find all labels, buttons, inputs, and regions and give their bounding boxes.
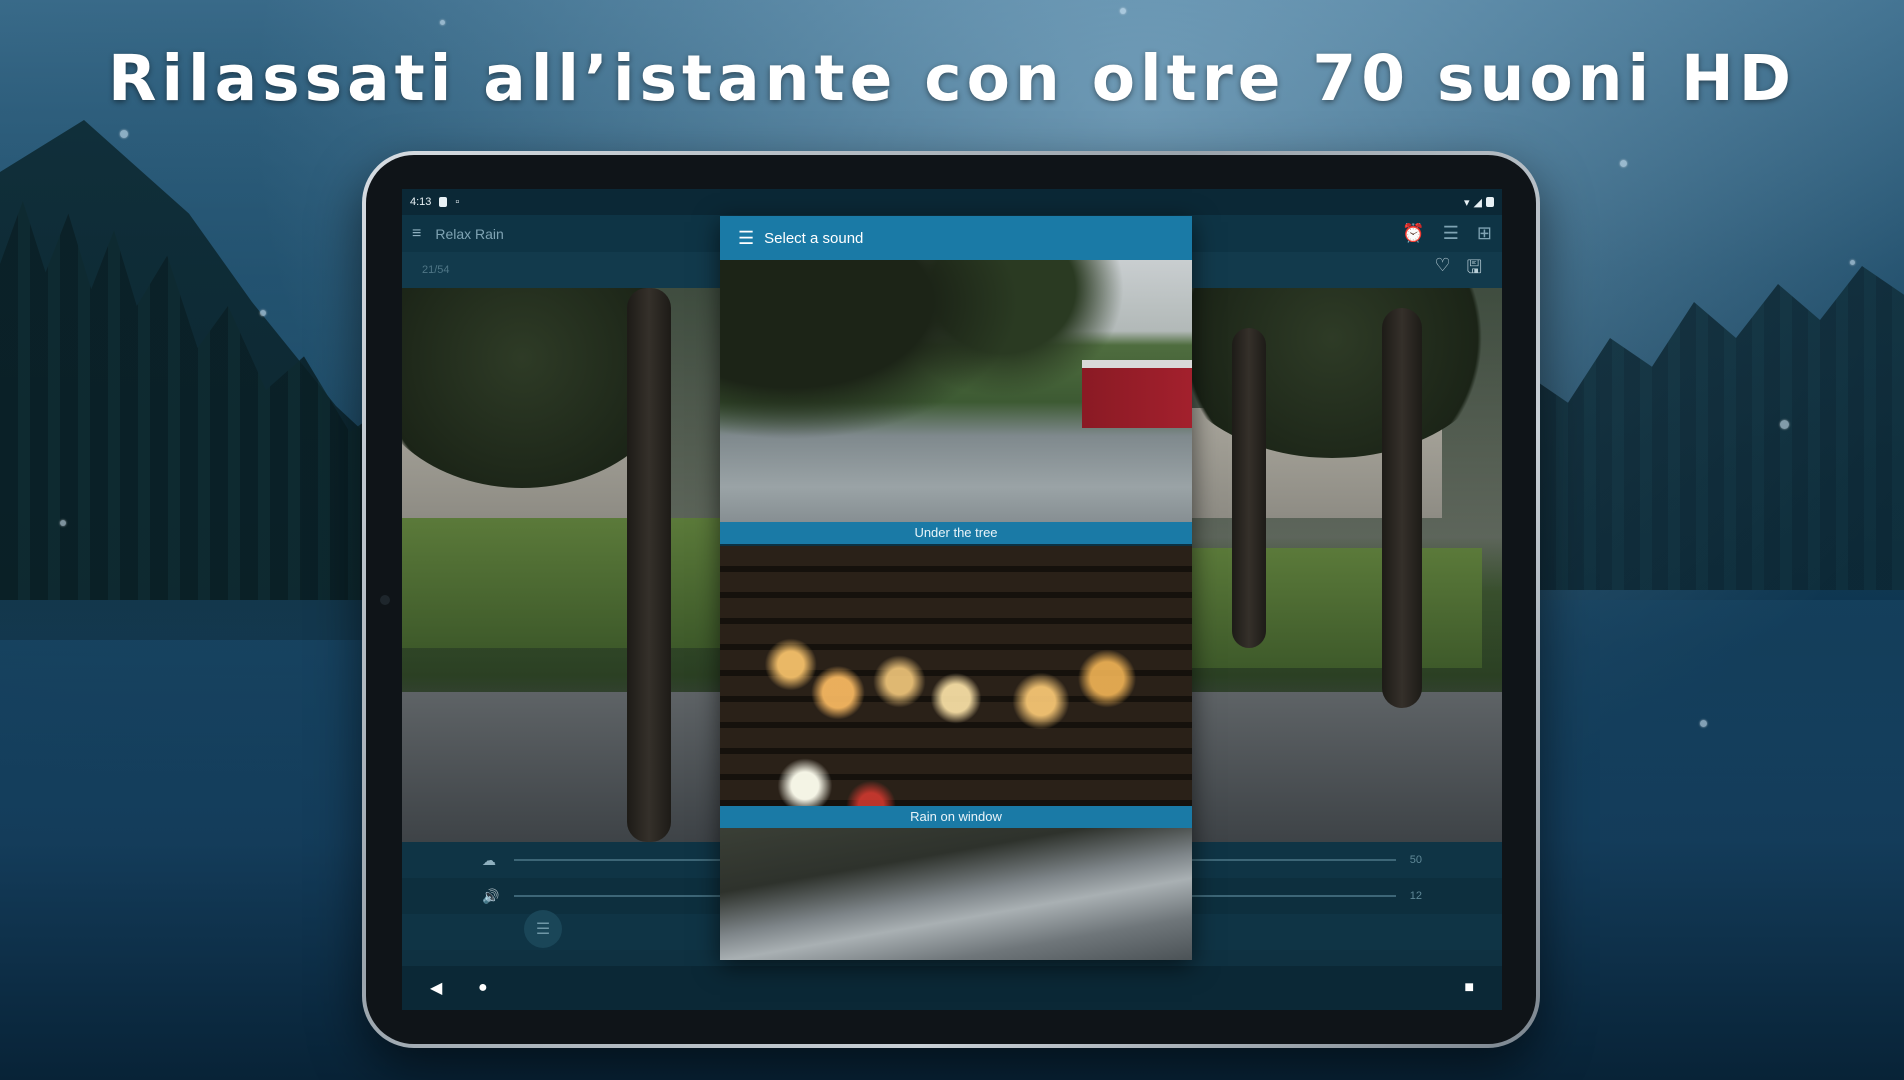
wifi-icon: ▾ [1464, 196, 1470, 209]
app-title: Relax Rain [435, 225, 504, 242]
raindrop [1700, 720, 1707, 727]
add-widget-icon[interactable]: ⊞ [1477, 223, 1492, 244]
raindrop [1120, 8, 1126, 14]
home-icon[interactable]: ● [478, 979, 488, 997]
sound-thumbnail [720, 260, 1192, 544]
raindrop [1620, 160, 1627, 167]
select-sound-dialog: ☰ Select a sound Under the tree Rain on … [720, 216, 1192, 960]
sound-thumbnail [720, 546, 1192, 828]
app-screen: 4:13 ▫ ▾ ◢ ≡ Relax Rain ⏰ ☰ ⊞ 21/54 ♡ 🖫 … [402, 189, 1502, 1010]
raindrop [60, 520, 66, 526]
list-icon: ☰ [738, 227, 755, 248]
sound-thumbnail [720, 828, 1192, 960]
back-icon[interactable]: ◀ [430, 978, 442, 998]
sound-counter: 21/54 [422, 264, 450, 276]
cloud-icon: ☁ [482, 851, 496, 868]
tablet-frame: 4:13 ▫ ▾ ◢ ≡ Relax Rain ⏰ ☰ ⊞ 21/54 ♡ 🖫 … [362, 151, 1540, 1048]
forest-right [1484, 266, 1904, 590]
tree-trunk [627, 288, 671, 842]
headline: Rilassati all’istante con oltre 70 suoni… [107, 42, 1797, 115]
hamburger-icon[interactable]: ≡ [412, 225, 421, 243]
raindrop [260, 310, 266, 316]
status-bar: 4:13 ▫ ▾ ◢ [402, 189, 1502, 215]
tree-trunk [1382, 308, 1422, 708]
raindrop [1780, 420, 1789, 429]
rain-value: 50 [1409, 854, 1422, 866]
dialog-title: Select a sound [764, 229, 864, 247]
sound-list-button[interactable]: ☰ [524, 910, 562, 948]
sound-item-label: Rain on window [720, 806, 1192, 828]
alarm-icon[interactable]: ⏰ [1402, 223, 1424, 244]
save-icon[interactable]: 🖫 [1467, 255, 1482, 285]
lawn [402, 518, 722, 648]
tree-trunk [1232, 328, 1266, 648]
sub-actions: ♡ 🖫 [1435, 255, 1482, 285]
dialog-header: ☰ Select a sound [720, 216, 1192, 260]
sound-item-street[interactable] [720, 828, 1192, 960]
signal-icon: ◢ [1473, 196, 1482, 209]
sound-item-under-the-tree[interactable]: Under the tree [720, 260, 1192, 544]
app-actions: ⏰ ☰ ⊞ [1402, 223, 1492, 244]
volume-value: 12 [1409, 890, 1422, 902]
playlist-icon[interactable]: ☰ [1443, 223, 1459, 244]
sim-icon: ▫ [455, 196, 460, 208]
status-time: 4:13 [410, 196, 432, 208]
sound-item-label: Under the tree [720, 522, 1192, 544]
raindrop [440, 20, 445, 25]
system-nav-bar: ◀ ● ■ [402, 966, 1502, 1010]
camera-dot [380, 594, 390, 605]
tablet-bezel: 4:13 ▫ ▾ ◢ ≡ Relax Rain ⏰ ☰ ⊞ 21/54 ♡ 🖫 … [366, 155, 1536, 1044]
recents-icon[interactable]: ■ [1464, 979, 1474, 997]
raindrop [1850, 260, 1855, 265]
notification-icon [439, 197, 448, 207]
lawn [1182, 548, 1482, 668]
battery-icon [1486, 197, 1494, 207]
sound-item-rain-on-window[interactable]: Rain on window [720, 546, 1192, 828]
status-icons: ▾ ◢ [1464, 196, 1494, 209]
red-garage [1082, 360, 1192, 428]
raindrop [120, 130, 128, 138]
heart-icon[interactable]: ♡ [1435, 255, 1451, 285]
volume-icon: 🔊 [482, 887, 500, 904]
